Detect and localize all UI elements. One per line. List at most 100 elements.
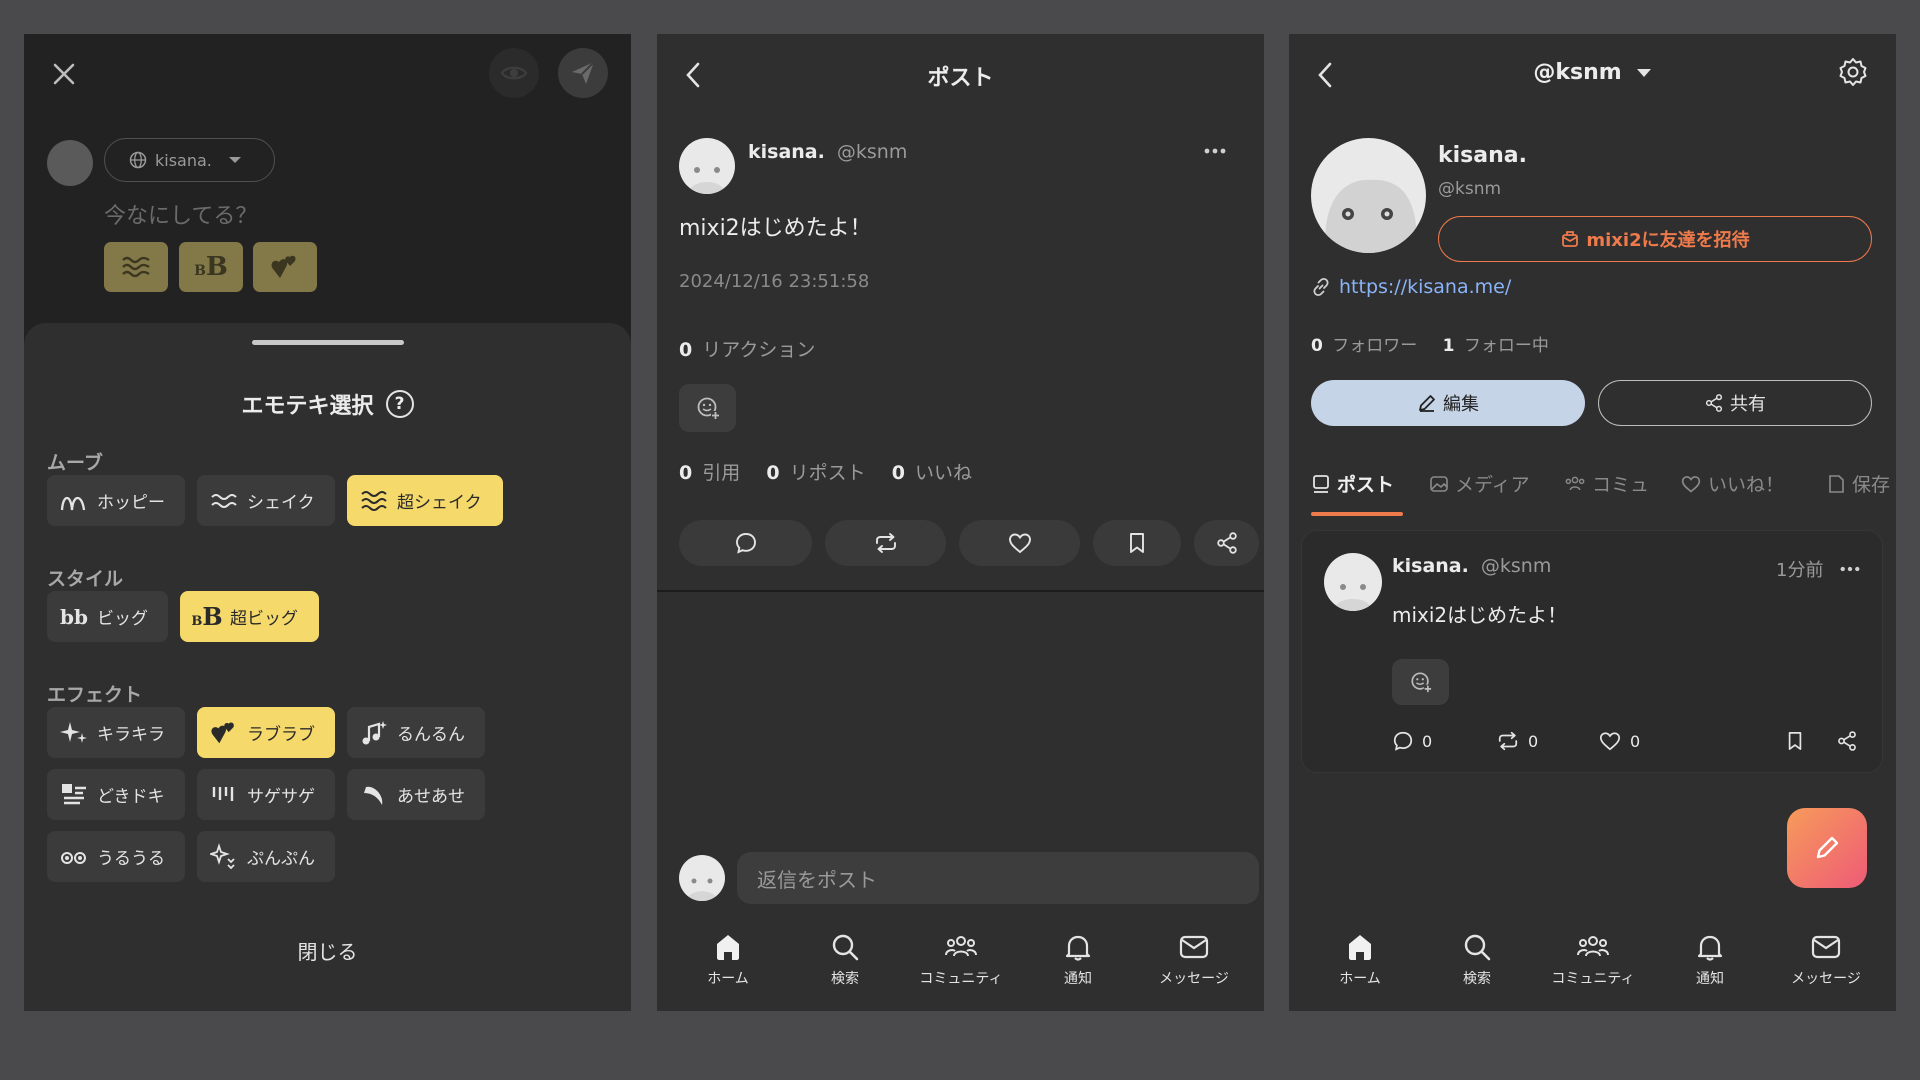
home-icon <box>717 935 739 960</box>
audience-selector[interactable]: kisana. <box>104 138 275 182</box>
post-text: mixi2はじめたよ！ <box>1392 603 1568 627</box>
nav-community[interactable]: コミュニティ <box>906 932 1016 988</box>
close-button[interactable]: 閉じる <box>24 936 631 965</box>
chip-loveLove[interactable]: ラブラブ <box>197 707 335 758</box>
sweat-icon <box>359 780 389 810</box>
repost-button[interactable] <box>825 520 946 566</box>
post-time: 1分前 <box>1776 560 1824 581</box>
chip-hoppy[interactable]: ホッピー <box>47 475 185 526</box>
preview-eye-icon[interactable] <box>489 48 539 98</box>
chip-punpun[interactable]: ぷんぷん <box>197 831 335 882</box>
nav-home[interactable]: ホーム <box>673 932 783 988</box>
like-button[interactable] <box>959 520 1080 566</box>
compose-fab[interactable] <box>1787 808 1867 888</box>
help-icon[interactable]: ? <box>385 390 414 418</box>
post-like-action[interactable]: 0 <box>1598 730 1640 752</box>
chip-super-shake[interactable]: 超シェイク <box>347 475 503 526</box>
profile-handle: @ksnm <box>1438 179 1502 199</box>
share-icon <box>1216 532 1237 554</box>
nav-community[interactable]: コミュニティ <box>1538 932 1648 988</box>
bookmark-icon[interactable] <box>1786 730 1804 752</box>
post-text: mixi2はじめたよ！ <box>679 216 872 241</box>
music-note-icon <box>359 718 389 748</box>
profile-link[interactable]: https://kisana.me/ <box>1311 276 1511 298</box>
globe-icon <box>129 151 147 169</box>
following-count: 1 <box>1442 336 1455 356</box>
chevron-down-icon <box>1636 68 1651 77</box>
edit-profile-button[interactable]: 編集 <box>1311 380 1585 426</box>
close-icon[interactable] <box>52 62 76 86</box>
post-input-placeholder[interactable]: 今なにしてる？ <box>104 198 257 230</box>
add-reaction-icon <box>697 397 720 420</box>
quote-label[interactable]: 引用 <box>702 462 740 484</box>
profile-avatar[interactable] <box>1311 138 1426 253</box>
love-effect-tag[interactable] <box>253 242 317 292</box>
chip-sagesage[interactable]: サゲサゲ <box>197 769 335 820</box>
gear-icon[interactable] <box>1837 56 1869 88</box>
repost-label[interactable]: リポスト <box>790 462 866 484</box>
big-effect-tag[interactable]: BB <box>179 242 243 292</box>
reply-button[interactable] <box>679 520 812 566</box>
add-reaction-button[interactable] <box>1392 659 1449 705</box>
reactions-label[interactable]: リアクション <box>702 339 815 361</box>
search-icon <box>1464 934 1491 961</box>
tab-saved[interactable]: 保存 <box>1826 470 1896 497</box>
like-label[interactable]: いいね <box>915 462 972 484</box>
more-icon[interactable] <box>1840 566 1860 572</box>
nav-notifications[interactable]: 通知 <box>1655 932 1765 988</box>
post-card[interactable]: kisana. @ksnm 1分前 mixi2はじめたよ！ 0 0 0 <box>1301 530 1883 773</box>
following-label[interactable]: フォロー中 <box>1464 336 1549 356</box>
chip-kirakira[interactable]: キラキラ <box>47 707 185 758</box>
heartbeat-icon <box>59 780 89 810</box>
share-button[interactable] <box>1194 520 1259 566</box>
bottom-nav: ホーム 検索 コミュニティ 通知 メッセージ <box>657 918 1264 1011</box>
shake-effect-tag[interactable] <box>104 242 168 292</box>
tab-likes[interactable]: いいね！ <box>1680 470 1784 497</box>
composer-panel: kisana. 今なにしてる？ BB エモテキ選択 ? ムーブ ホッピー シェイ… <box>24 34 631 1011</box>
tab-posts[interactable]: ポスト <box>1311 470 1394 497</box>
chip-aseasse[interactable]: あせあせ <box>347 769 485 820</box>
nav-messages[interactable]: メッセージ <box>1771 932 1881 988</box>
share-icon[interactable] <box>1836 730 1858 752</box>
image-icon <box>1430 475 1448 492</box>
post-author-handle: @ksnm <box>1480 555 1552 577</box>
page-title: ポスト <box>927 66 994 91</box>
nav-search[interactable]: 検索 <box>790 932 900 988</box>
chip-shake[interactable]: シェイク <box>197 475 335 526</box>
followers-label[interactable]: フォロワー <box>1332 336 1417 356</box>
post-author-name[interactable]: kisana. <box>1392 555 1469 577</box>
reply-input[interactable]: 返信をポスト <box>737 852 1259 904</box>
chip-dokidoki[interactable]: どきドキ <box>47 769 185 820</box>
share-profile-button[interactable]: 共有 <box>1598 380 1872 426</box>
emotext-sheet: エモテキ選択 ? ムーブ ホッピー シェイク 超シェイク スタイル bb ビッグ… <box>24 323 631 1011</box>
send-icon[interactable] <box>558 48 608 98</box>
tab-media[interactable]: メディア <box>1429 470 1530 497</box>
heart-icon <box>1008 533 1031 554</box>
nav-search[interactable]: 検索 <box>1422 932 1532 988</box>
share-icon <box>1705 394 1723 412</box>
tab-community[interactable]: コミュ <box>1564 470 1649 497</box>
nav-home[interactable]: ホーム <box>1305 932 1415 988</box>
heart-icon <box>1599 732 1621 751</box>
author-name[interactable]: kisana. <box>748 141 825 163</box>
nav-messages[interactable]: メッセージ <box>1139 932 1249 988</box>
bookmark-button[interactable] <box>1093 520 1181 566</box>
drag-handle[interactable] <box>252 340 404 345</box>
author-avatar[interactable] <box>679 138 735 194</box>
post-repost-action[interactable]: 0 <box>1496 730 1538 752</box>
invite-friends-button[interactable]: mixi2に友達を招待 <box>1438 216 1872 262</box>
more-icon[interactable] <box>1204 148 1226 154</box>
comment-icon <box>735 533 756 554</box>
account-switcher[interactable]: @ksnm <box>1289 60 1896 85</box>
post-reply-action[interactable]: 0 <box>1392 730 1432 752</box>
chip-uruuru[interactable]: うるうる <box>47 831 185 882</box>
add-reaction-button[interactable] <box>679 384 736 432</box>
post-detail-panel: ポスト kisana. @ksnm mixi2はじめたよ！ 2024/12/16… <box>657 34 1264 1011</box>
nav-notifications[interactable]: 通知 <box>1023 932 1133 988</box>
chip-super-big[interactable]: BB 超ビッグ <box>180 591 319 642</box>
chip-big[interactable]: bb ビッグ <box>47 591 168 642</box>
post-avatar[interactable] <box>1324 553 1382 611</box>
post-timestamp: 2024/12/16 23:51:58 <box>679 271 870 292</box>
chip-runrun[interactable]: るんるん <box>347 707 485 758</box>
post-tab-icon <box>1313 474 1329 493</box>
